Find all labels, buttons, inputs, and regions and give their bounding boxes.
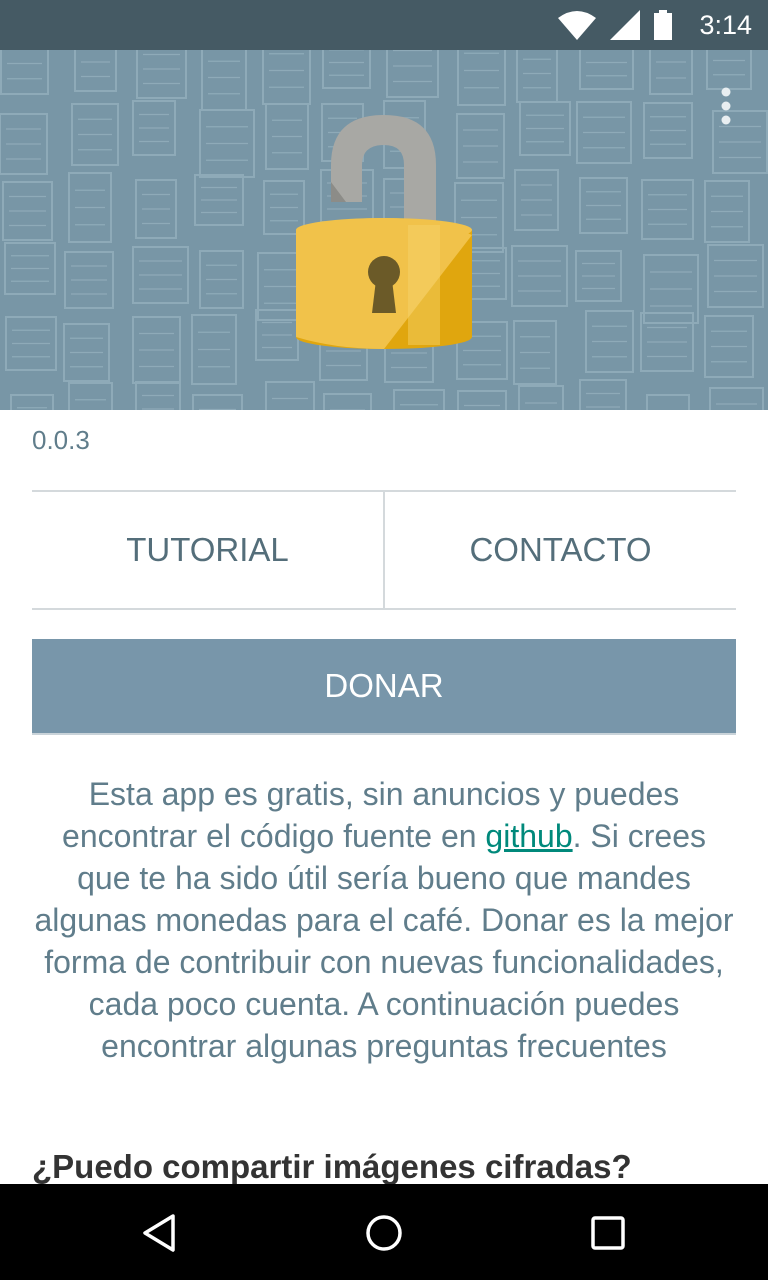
hero-banner — [0, 50, 768, 410]
status-time: 3:14 — [699, 10, 752, 40]
battery-icon — [654, 10, 672, 40]
contact-button[interactable]: CONTACTO — [383, 492, 736, 608]
github-link[interactable]: github — [485, 818, 572, 854]
wifi-icon — [558, 11, 596, 40]
navigation-bar — [0, 1184, 768, 1280]
faq-question: ¿Puedo compartir imágenes cifradas? — [32, 1148, 632, 1185]
more-vert-icon[interactable] — [718, 86, 734, 126]
info-text: Esta app es gratis, sin anuncios y puede… — [32, 773, 736, 1067]
back-icon[interactable] — [133, 1206, 187, 1260]
status-icons — [558, 10, 672, 40]
tutorial-button[interactable]: TUTORIAL — [32, 492, 383, 608]
version-label: 0.0.3 — [32, 425, 90, 455]
recents-icon[interactable] — [581, 1206, 635, 1260]
action-tabs: TUTORIAL CONTACTO — [32, 490, 736, 610]
status-bar: 3:14 — [0, 0, 768, 50]
padlock-open-icon — [296, 115, 472, 349]
home-icon[interactable] — [357, 1206, 411, 1260]
signal-icon — [610, 10, 640, 40]
donate-button[interactable]: DONAR — [32, 639, 736, 735]
info-text-end: . Si crees que te ha sido útil sería bue… — [34, 818, 734, 1064]
